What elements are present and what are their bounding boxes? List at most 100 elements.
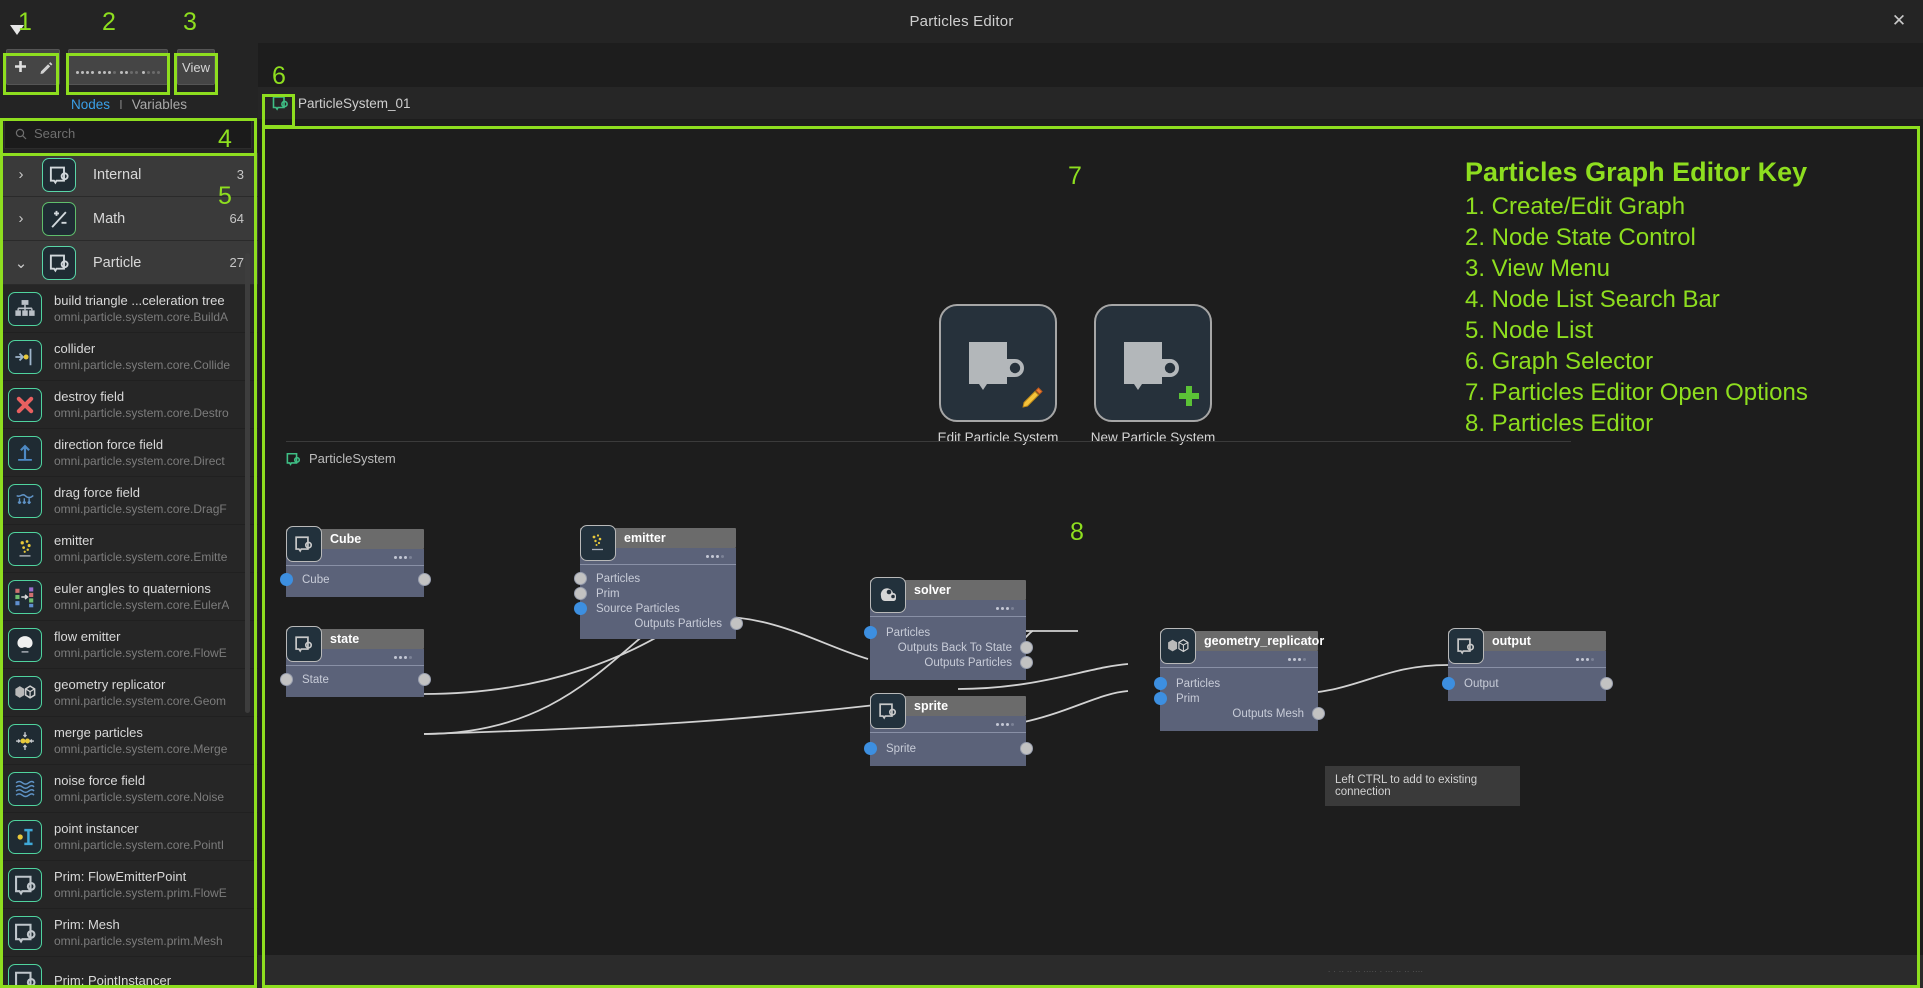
graph-node-geometry-replicator[interactable]: geometry_replicator Particles Prim Outpu… (1153, 628, 1325, 731)
port-pin[interactable] (279, 573, 293, 586)
tab-variables[interactable]: Variables (132, 97, 187, 112)
geometry-replicator-icon (8, 675, 42, 710)
node-port[interactable]: Output (1441, 676, 1613, 691)
node-item-title: emitter (54, 532, 94, 548)
node-title: emitter (624, 531, 666, 545)
node-list-item[interactable]: noise force field omni.particle.system.co… (0, 765, 258, 813)
node-item-title: merge particles (54, 724, 143, 740)
category-row-particle[interactable]: ⌄ Particle 27 (0, 241, 258, 285)
graph-node-state[interactable]: state State (279, 626, 431, 697)
node-list[interactable]: › Internal 3 › Math 64 ⌄ Particle 27 build trian… (0, 153, 258, 988)
node-list-item[interactable]: direction force field omni.particle.syste… (0, 429, 258, 477)
prim-icon (870, 693, 906, 729)
node-list-item[interactable]: Prim: PointInstancer (0, 957, 258, 988)
node-port[interactable]: Source Particles (573, 601, 736, 616)
port-pin[interactable] (1019, 656, 1033, 669)
node-port[interactable]: Particles (1153, 676, 1318, 691)
port-label: Cube (302, 573, 330, 586)
node-title: Cube (330, 532, 362, 546)
node-port[interactable]: Prim (1153, 691, 1318, 706)
edit-graph-icon[interactable] (34, 52, 58, 82)
graph-node-output[interactable]: output Output (1441, 628, 1613, 701)
port-pin[interactable] (1441, 677, 1455, 690)
graph-node-cube[interactable]: Cube Cube (279, 526, 431, 597)
port-pin[interactable] (279, 673, 293, 686)
graph-node-solver[interactable]: solver Particles Outputs Back To State O… (863, 577, 1033, 680)
port-pin[interactable] (1019, 641, 1033, 654)
node-port[interactable]: Sprite (863, 741, 1033, 756)
port-pin-out[interactable] (417, 673, 431, 686)
node-port[interactable]: State (279, 672, 431, 687)
port-pin[interactable] (573, 572, 587, 585)
prim-icon (8, 963, 42, 988)
view-menu-button[interactable]: View (177, 49, 215, 85)
node-port[interactable]: Particles (863, 625, 1026, 640)
node-list-item[interactable]: Prim: Mesh omni.particle.system.prim.Mesh (0, 909, 258, 957)
port-pin[interactable] (573, 587, 587, 600)
node-list-item[interactable]: drag force field omni.particle.system.cor… (0, 477, 258, 525)
chevron-right-icon[interactable]: › (0, 166, 42, 183)
add-graph-button[interactable] (8, 52, 32, 82)
tab-nodes[interactable]: Nodes (71, 97, 110, 112)
port-pin[interactable] (863, 742, 877, 755)
graph-node-emitter[interactable]: emitter Particles Prim Source Particles … (573, 525, 743, 639)
node-port[interactable]: Outputs Mesh (1160, 706, 1325, 721)
graph-canvas[interactable]: Edit Particle System New Particle System… (258, 119, 1923, 988)
node-port[interactable]: Outputs Back To State (870, 640, 1033, 655)
chevron-right-icon[interactable]: › (0, 210, 42, 227)
port-pin[interactable] (1153, 692, 1167, 705)
node-list-scrollbar[interactable] (245, 253, 250, 713)
node-title: output (1492, 634, 1531, 648)
node-state-button-3[interactable] (120, 60, 138, 74)
node-state-button-2[interactable] (98, 60, 116, 74)
port-label: Prim (596, 587, 620, 600)
node-list-item[interactable]: euler angles to quaternions omni.particle… (0, 573, 258, 621)
node-list-item[interactable]: destroy field omni.particle.system.core.D… (0, 381, 258, 429)
port-pin-out[interactable] (1019, 742, 1033, 755)
node-port[interactable]: Cube (279, 572, 431, 587)
close-icon[interactable]: ✕ (1889, 11, 1909, 31)
node-item-path: omni.particle.system.core.DragF (54, 501, 227, 516)
graph-selector[interactable]: ParticleSystem_01 (258, 87, 1923, 119)
port-pin[interactable] (1153, 677, 1167, 690)
search-input[interactable]: Search (4, 118, 252, 149)
node-list-item[interactable]: emitter omni.particle.system.core.Emitte (0, 525, 258, 573)
node-list-item[interactable]: Prim: FlowEmitterPoint omni.particle.syst… (0, 861, 258, 909)
collider-icon (8, 339, 42, 374)
chevron-down-icon[interactable]: ⌄ (0, 254, 42, 272)
prim-icon (8, 867, 42, 902)
search-icon (15, 128, 27, 139)
node-item-path: omni.particle.system.core.FlowE (54, 645, 227, 660)
node-state-button-4[interactable] (142, 60, 160, 74)
node-port[interactable]: Particles (573, 571, 736, 586)
node-list-item[interactable]: flow emitter omni.particle.system.core.Fl… (0, 621, 258, 669)
port-label: Outputs Mesh (1232, 707, 1304, 720)
port-pin[interactable] (573, 602, 587, 615)
node-list-item[interactable]: merge particles omni.particle.system.core… (0, 717, 258, 765)
port-pin-out[interactable] (417, 573, 431, 586)
window-title: Particles Editor (909, 13, 1014, 30)
node-item-path: omni.particle.system.core.Geom (54, 693, 227, 708)
tooltip-text: Left CTRL to add to existing connection (1335, 774, 1478, 798)
node-port[interactable]: Prim (573, 586, 736, 601)
port-pin[interactable] (863, 626, 877, 639)
port-pin[interactable] (729, 617, 743, 630)
node-list-item[interactable]: geometry replicator omni.particle.system.… (0, 669, 258, 717)
node-list-item[interactable]: point instancer omni.particle.system.core… (0, 813, 258, 861)
node-list-item[interactable]: collider omni.particle.system.core.Collid… (0, 333, 258, 381)
create-edit-graph-group (6, 49, 60, 85)
node-port[interactable]: Outputs Particles (870, 655, 1033, 670)
node-body: Particles Prim Source Particles Outputs … (573, 548, 743, 639)
category-row-math[interactable]: › Math 64 (0, 197, 258, 241)
node-item-title: destroy field (54, 388, 125, 404)
category-label: Internal (93, 166, 142, 183)
port-pin-out[interactable] (1599, 677, 1613, 690)
category-row-internal[interactable]: › Internal 3 (0, 153, 258, 197)
port-pin[interactable] (1311, 707, 1325, 720)
graph-node-sprite[interactable]: sprite Sprite (863, 693, 1033, 766)
node-state-button-1[interactable] (76, 60, 94, 74)
node-list-item[interactable]: build triangle ...celeration tree omni.pa… (0, 285, 258, 333)
point-instancer-icon (8, 819, 42, 854)
geometry-replicator-icon (1160, 628, 1196, 664)
node-port[interactable]: Outputs Particles (580, 616, 743, 631)
